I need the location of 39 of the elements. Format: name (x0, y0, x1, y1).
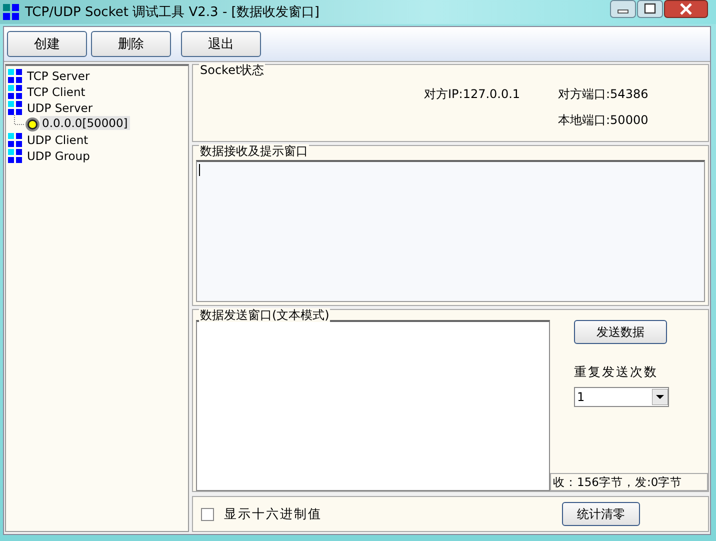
remote-ip: 对方IP:127.0.0.1 (424, 86, 522, 102)
tree-label: UDP Group (26, 149, 91, 163)
toolbar-button[interactable]: 退出 (181, 31, 261, 57)
grid-icon (8, 101, 22, 115)
group-title: Socket状态 (199, 63, 266, 77)
tree-item[interactable]: TCP Client (8, 84, 186, 100)
window-title: TCP/UDP Socket 调试工具 V2.3 - [数据收发窗口] (25, 4, 320, 21)
tree-label: TCP Client (26, 85, 86, 99)
minimize-icon[interactable] (610, 0, 636, 18)
tree-item[interactable]: UDP Client (8, 132, 186, 148)
hex-checkbox[interactable]: 显示十六进制值 (201, 506, 322, 522)
send-button[interactable]: 发送数据 (574, 320, 667, 344)
repeat-dropdown[interactable]: 1 (574, 387, 669, 407)
tree-label: 0.0.0.0[50000] (40, 116, 130, 130)
grid-icon (8, 133, 22, 147)
toolbar-button[interactable]: 创建 (7, 31, 87, 57)
close-icon[interactable] (664, 0, 708, 18)
tree-label: TCP Server (26, 69, 91, 83)
grid-icon (8, 85, 22, 99)
grid-icon (8, 149, 22, 163)
tree-item[interactable]: UDP Group (8, 148, 186, 164)
dropdown-arrow-icon (652, 389, 668, 405)
clear-stats-button[interactable]: 统计清零 (562, 502, 640, 526)
local-port: 本地端口:50000 (558, 112, 648, 128)
tree-item[interactable]: UDP Server (8, 100, 186, 116)
tree-label: UDP Server (26, 101, 94, 115)
grid-icon (8, 69, 22, 83)
group-title: 数据接收及提示窗口 (199, 144, 309, 158)
byte-counter: 收：156字节，发:0字节 (550, 473, 708, 491)
tree-connector (14, 115, 25, 125)
tree-item[interactable]: TCP Server (8, 68, 186, 84)
app-icon (3, 4, 19, 20)
target-icon (25, 117, 40, 132)
maximize-icon[interactable] (637, 0, 663, 18)
repeat-label: 重复发送次数 (574, 364, 658, 381)
tree-label: UDP Client (26, 133, 90, 147)
tree-item[interactable]: 0.0.0.0[50000] (8, 116, 186, 132)
remote-port: 对方端口:54386 (558, 86, 648, 102)
toolbar-button[interactable]: 删除 (91, 31, 171, 57)
